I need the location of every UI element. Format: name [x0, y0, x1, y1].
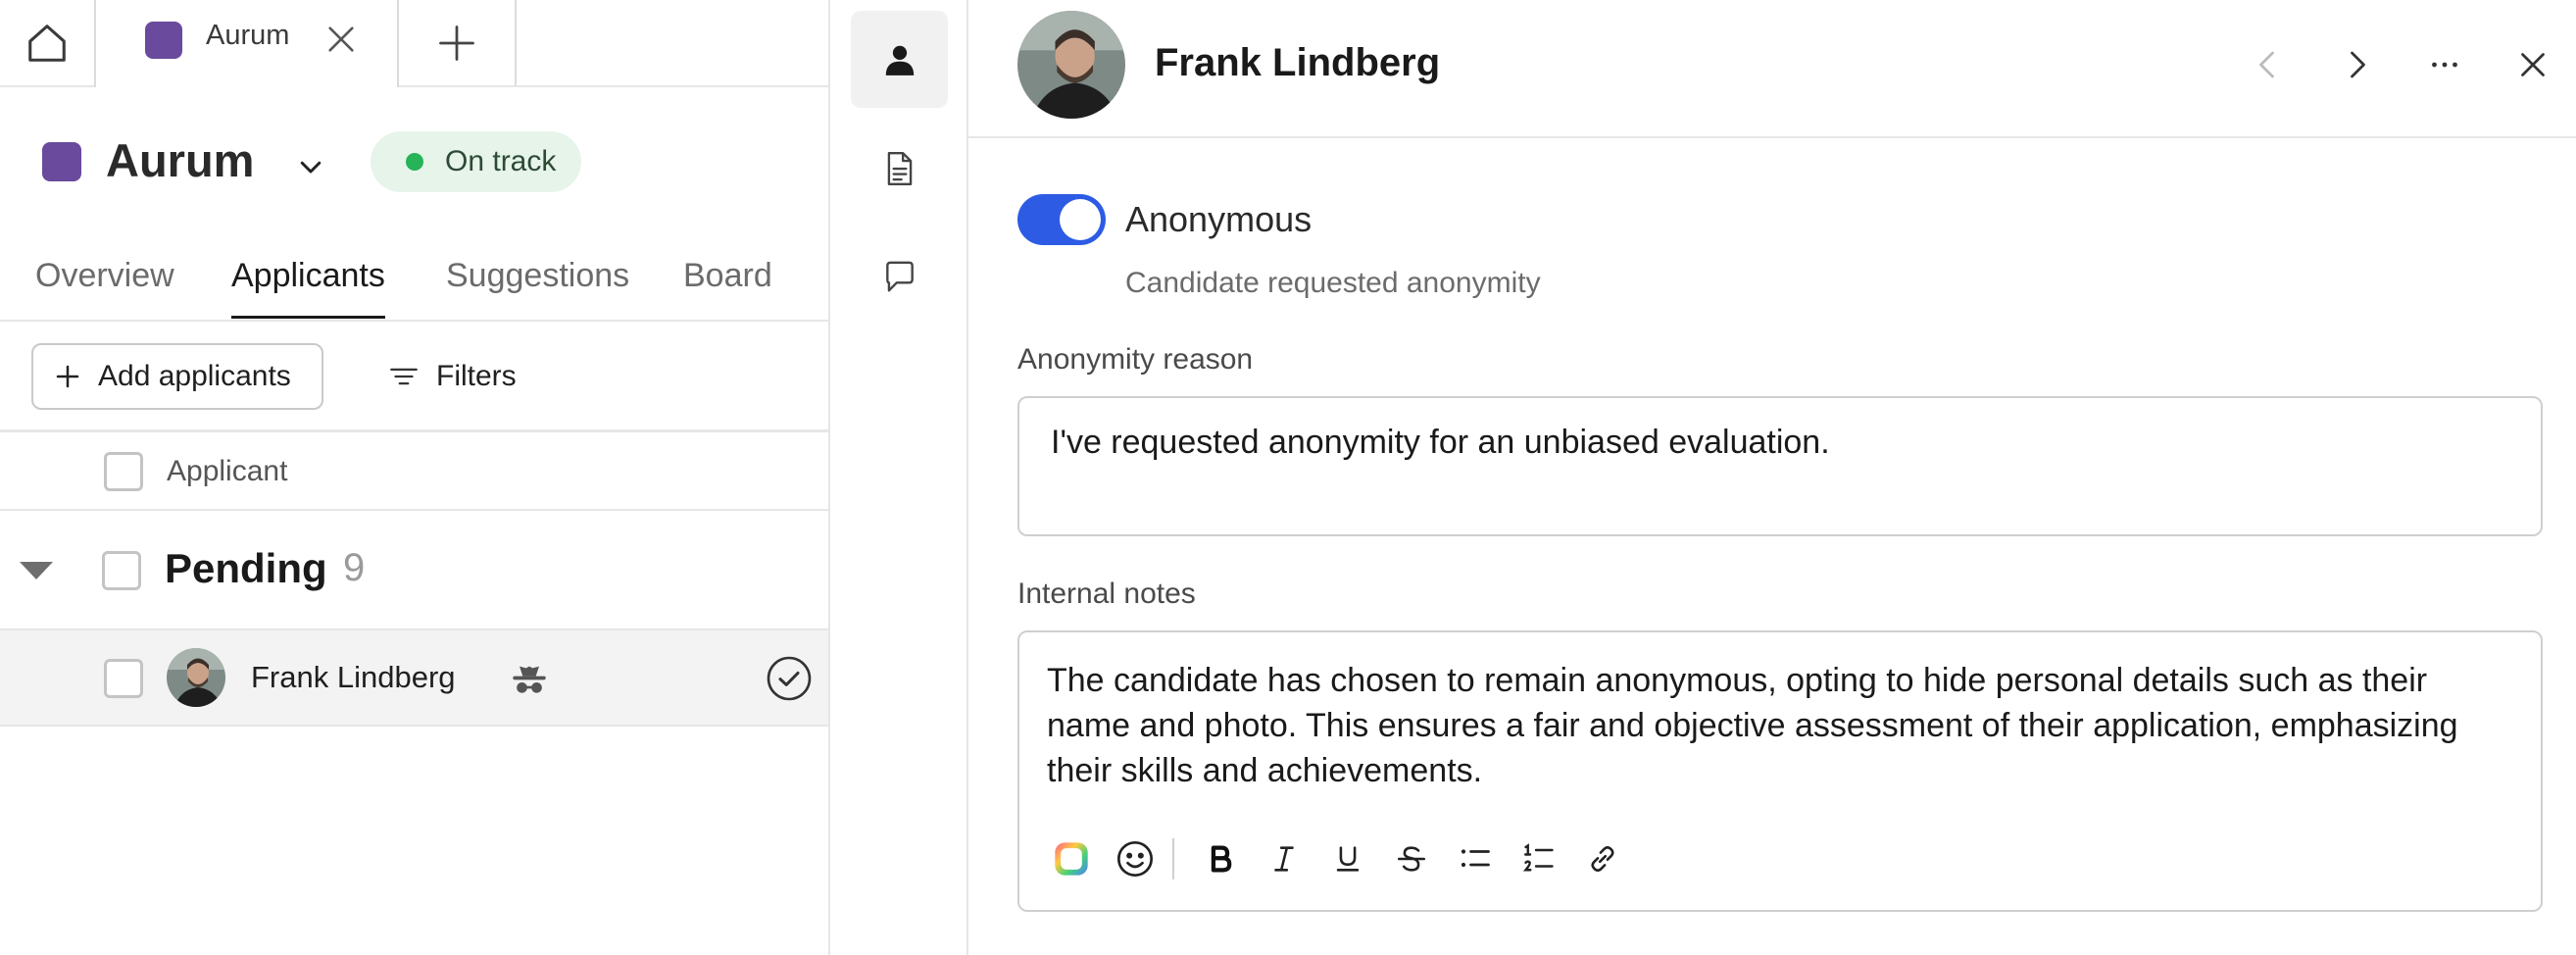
- anonymity-reason-field[interactable]: I've requested anonymity for an unbiased…: [1017, 396, 2543, 536]
- tab-board[interactable]: Board: [683, 257, 772, 295]
- browser-tab-aurum[interactable]: Aurum: [94, 0, 399, 87]
- anonymous-description: Candidate requested anonymity: [1125, 267, 1541, 299]
- rail-comments-button[interactable]: [851, 227, 948, 325]
- anonymity-reason-label: Anonymity reason: [1017, 343, 1254, 376]
- underline-button[interactable]: [1321, 833, 1374, 884]
- status-dot: [406, 153, 423, 171]
- status-badge[interactable]: On track: [371, 131, 582, 192]
- project-color-square: [145, 22, 182, 59]
- chevron-right-icon: [2351, 51, 2365, 78]
- group-title: Pending: [165, 545, 327, 591]
- filters-button[interactable]: Filters: [387, 343, 517, 410]
- app-window: Aurum Aurum On track Overview Applicants: [0, 0, 2576, 955]
- close-icon: [328, 26, 354, 52]
- table-row[interactable]: Frank Lindberg: [0, 630, 828, 727]
- toggle-knob: [1060, 199, 1101, 240]
- home-button[interactable]: [0, 0, 94, 85]
- bold-icon: [1211, 845, 1232, 873]
- previous-applicant-button[interactable]: [2243, 39, 2294, 90]
- tab-overview[interactable]: Overview: [35, 257, 174, 295]
- group-checkbox[interactable]: [102, 551, 141, 590]
- rail-documents-button[interactable]: [851, 120, 948, 217]
- close-tab-button[interactable]: [320, 18, 363, 61]
- browser-tab-label: Aurum: [206, 20, 290, 51]
- internal-notes-editor[interactable]: The candidate has chosen to remain anony…: [1017, 630, 2543, 912]
- anonymous-toggle[interactable]: [1017, 194, 1106, 245]
- italic-icon: [1274, 846, 1294, 872]
- check-circle-icon[interactable]: [766, 655, 813, 702]
- section-tabs: Overview Applicants Suggestions Board: [0, 245, 828, 322]
- close-icon: [2521, 53, 2545, 76]
- rail-profile-button[interactable]: [851, 11, 948, 108]
- tab-suggestions[interactable]: Suggestions: [446, 257, 629, 295]
- comment-icon: [885, 261, 914, 291]
- anonymity-reason-value: I've requested anonymity for an unbiased…: [1051, 424, 1830, 461]
- numbered-list-icon: [1522, 843, 1554, 872]
- document-icon: [887, 151, 912, 185]
- applicant-name: Frank Lindberg: [251, 660, 456, 694]
- column-header-applicant: Applicant: [167, 455, 288, 487]
- side-rail: [828, 0, 968, 955]
- detail-header: Frank Lindberg: [968, 0, 2576, 138]
- plus-icon: [56, 365, 79, 388]
- avatar: [167, 648, 225, 707]
- new-tab-button[interactable]: [399, 0, 517, 85]
- chevron-left-icon: [2259, 51, 2274, 78]
- link-button[interactable]: [1576, 833, 1629, 884]
- plus-icon: [439, 25, 474, 61]
- toolbar-separator: [1172, 838, 1174, 880]
- project-header: Aurum On track: [0, 118, 828, 206]
- tab-applicants[interactable]: Applicants: [231, 257, 385, 319]
- anonymous-label: Anonymous: [1125, 199, 1313, 239]
- numbered-list-button[interactable]: [1512, 833, 1565, 884]
- project-menu-button[interactable]: [291, 147, 330, 186]
- link-icon: [1591, 846, 1614, 872]
- internal-notes-value: The candidate has chosen to remain anony…: [1047, 662, 2458, 789]
- detail-applicant-name: Frank Lindberg: [1155, 41, 1441, 84]
- group-header-pending[interactable]: Pending 9: [0, 511, 828, 630]
- home-icon: [28, 24, 66, 62]
- underline-icon: [1336, 846, 1360, 872]
- italic-button[interactable]: [1258, 833, 1311, 884]
- table-header: Applicant: [0, 432, 828, 511]
- bullet-list-button[interactable]: [1449, 833, 1502, 884]
- add-applicants-label: Add applicants: [98, 360, 291, 392]
- add-applicants-button[interactable]: Add applicants: [31, 343, 323, 410]
- text-color-button[interactable]: [1045, 833, 1098, 884]
- emoji-button[interactable]: [1109, 833, 1162, 884]
- status-label: On track: [445, 145, 557, 177]
- group-count: 9: [343, 546, 366, 589]
- project-color-square: [42, 142, 81, 181]
- emoji-icon: [1117, 841, 1153, 877]
- filter-icon: [390, 368, 418, 385]
- bold-button[interactable]: [1194, 833, 1247, 884]
- applicant-detail-panel: Frank Lindberg Anonymous Candidate reque…: [968, 0, 2576, 955]
- project-title: Aurum: [106, 134, 255, 186]
- avatar: [1017, 11, 1125, 119]
- tab-bar: Aurum: [0, 0, 828, 87]
- more-options-button[interactable]: [2419, 39, 2470, 90]
- strikethrough-icon: [1397, 846, 1426, 872]
- chevron-down-icon: [300, 161, 322, 174]
- row-checkbox[interactable]: [104, 659, 143, 698]
- list-toolbar: Add applicants Filters: [0, 322, 828, 432]
- formatting-toolbar: [1045, 833, 1640, 884]
- anonymous-icon: [513, 666, 546, 693]
- collapse-triangle-icon[interactable]: [20, 562, 53, 579]
- next-applicant-button[interactable]: [2331, 39, 2382, 90]
- filters-label: Filters: [436, 360, 517, 392]
- color-icon: [1055, 842, 1088, 876]
- select-all-checkbox[interactable]: [104, 452, 143, 491]
- person-icon: [885, 45, 914, 75]
- bullet-list-icon: [1461, 849, 1490, 868]
- close-panel-button[interactable]: [2507, 39, 2558, 90]
- internal-notes-label: Internal notes: [1017, 578, 1196, 610]
- more-icon: [2432, 62, 2457, 68]
- left-panel: Aurum Aurum On track Overview Applicants: [0, 0, 828, 955]
- strikethrough-button[interactable]: [1385, 833, 1438, 884]
